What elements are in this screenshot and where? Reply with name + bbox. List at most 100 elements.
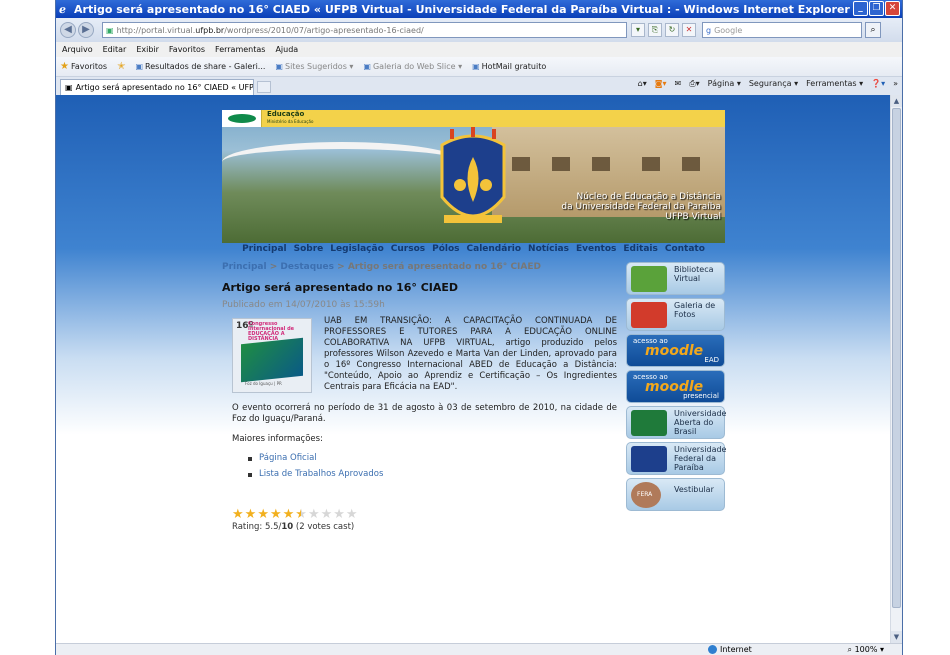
mail-icon[interactable]: ✉ (675, 79, 682, 89)
stop-icon[interactable]: ✕ (682, 23, 696, 37)
star-icon[interactable]: ★ (295, 508, 307, 521)
star-icon[interactable]: ★ (270, 508, 282, 521)
compat-view-icon[interactable]: ⎘ (648, 23, 662, 37)
close-button[interactable]: ✕ (885, 1, 900, 16)
info-link[interactable]: Lista de Trabalhos Aprovados (248, 469, 617, 480)
star-icon[interactable]: ★ (346, 508, 358, 521)
scroll-thumb[interactable] (892, 108, 901, 608)
sidebar-item-label: EAD (704, 356, 719, 364)
sidebar-item-label: Galeria de Fotos (674, 301, 716, 319)
chevron-more-icon[interactable]: » (893, 79, 898, 89)
command-menu[interactable]: Segurança ▾ (749, 79, 798, 89)
nav-item[interactable]: Notícias (528, 244, 569, 260)
sidebar-item-4[interactable]: acesso ao moodle presencial (626, 370, 725, 403)
nav-item[interactable]: Legislação (330, 244, 383, 260)
nav-item[interactable]: Cursos (391, 244, 425, 260)
zoom-level[interactable]: ⌕ 100% ▾ (848, 645, 884, 655)
info-link[interactable]: Página Oficial (248, 453, 617, 464)
menu-item[interactable]: Exibir (136, 45, 159, 54)
page-icon: ▣ (363, 62, 371, 71)
page-icon: ▣ (275, 62, 283, 71)
page-icon: ▣ (135, 62, 144, 71)
scroll-down-icon[interactable]: ▼ (891, 631, 902, 643)
article-paragraph-2: O evento ocorrerá no período de 31 de ag… (232, 403, 617, 424)
command-menu[interactable]: Ferramentas ▾ (806, 79, 863, 89)
page-title: Artigo será apresentado no 16° CIAED (222, 281, 459, 294)
rating-widget: ★ ★ ★ ★ ★ ★ ★ ★ ★ ★ Rating: 5.5/10 (2 votes cast) (232, 508, 617, 533)
favorite-link[interactable]: ▣ Resultados de share - Galeri... (135, 62, 265, 71)
rss-icon[interactable]: ◙▾ (655, 79, 667, 89)
sidebar-item-7[interactable]: FERA Vestibular (626, 478, 725, 511)
menu-item[interactable]: Arquivo (62, 45, 93, 54)
badge: FERA (637, 491, 653, 498)
search-input[interactable]: g Google (702, 22, 862, 38)
search-icon[interactable]: ⌕ (865, 22, 881, 38)
breadcrumb-home[interactable]: Principal (222, 262, 267, 272)
sidebar-item-1[interactable]: Biblioteca Virtual (626, 262, 725, 295)
ministry-strip: Educação Ministério da Educação (222, 110, 725, 127)
address-toolbar: ◀ ▶ ▣ http://portal.virtual. ufpb.br/word… (56, 18, 902, 42)
menu-bar: Arquivo Editar Exibir Favoritos Ferramentas A… (56, 42, 902, 57)
tab-bar: ▣ Artigo será apresentado no 16° CIAED «… (56, 77, 902, 95)
menu-item[interactable]: Ferramentas (215, 45, 265, 54)
sidebar-item-5[interactable]: Universidade Aberta do Brasil (626, 406, 726, 439)
print-icon[interactable]: ⎙▾ (689, 79, 699, 89)
article-column: Principal > Destaques > Artigo será apre… (222, 262, 617, 533)
link-label[interactable]: Lista de Trabalhos Aprovados (259, 469, 383, 480)
dropdown-icon[interactable]: ▾ (631, 23, 645, 37)
help-icon[interactable]: ❓▾ (871, 79, 885, 89)
star-icon[interactable]: ★ (308, 508, 320, 521)
command-bar: ⌂▾ ◙▾ ✉ ⎙▾ Página ▾ Segurança ▾ Ferramenta… (638, 79, 898, 89)
main-nav: Principal Sobre Legislação Cursos Pólos Calen… (222, 244, 725, 260)
page-viewport: Educação Ministério da Educação Núcleo d… (56, 95, 892, 643)
favorite-link[interactable]: ▣ Galeria do Web Slice ▾ (363, 62, 462, 71)
home-icon[interactable]: ⌂▾ (638, 79, 647, 89)
refresh-icon[interactable]: ↻ (665, 23, 679, 37)
nav-item[interactable]: Principal (242, 244, 287, 260)
star-icon[interactable]: ★ (232, 508, 244, 521)
vertical-scrollbar[interactable]: ▲ ▼ (890, 95, 902, 643)
nav-item[interactable]: Contato (665, 244, 705, 260)
address-input[interactable]: ▣ http://portal.virtual. ufpb.br/wordpres… (102, 22, 627, 38)
menu-item[interactable]: Editar (103, 45, 127, 54)
add-favorite-icon[interactable]: ✭ (117, 61, 125, 72)
rating-stars: ★ ★ ★ ★ ★ ★ ★ ★ ★ ★ (232, 508, 617, 521)
favorites-bar: ★ Favoritos ✭ ▣ Resultados de share - Gale… (56, 57, 902, 77)
menu-item[interactable]: Ajuda (275, 45, 298, 54)
favorite-link[interactable]: ▣ HotMail gratuito (472, 62, 546, 71)
nav-item[interactable]: Sobre (294, 244, 324, 260)
forward-button[interactable]: ▶ (78, 22, 94, 38)
tab-active[interactable]: ▣ Artigo será apresentado no 16° CIAED «… (60, 79, 254, 95)
sidebar-item-6[interactable]: Universidade Federal da Paraíba (626, 442, 727, 475)
sidebar-item-2[interactable]: Galeria de Fotos (626, 298, 725, 331)
bullet-icon (248, 472, 252, 477)
web-page: Educação Ministério da Educação Núcleo d… (222, 110, 727, 643)
breadcrumb-section[interactable]: Destaques (280, 262, 334, 272)
sidebar-item-label: Biblioteca Virtual (674, 265, 714, 283)
sidebar-item-label: presencial (683, 392, 719, 400)
new-tab-button[interactable] (257, 81, 271, 93)
link-label[interactable]: Página Oficial (259, 453, 317, 464)
star-icon[interactable]: ★ (321, 508, 333, 521)
nav-item[interactable]: Eventos (576, 244, 616, 260)
star-icon[interactable]: ★ (257, 508, 269, 521)
favorites-button[interactable]: ★ Favoritos (60, 61, 107, 72)
nav-item[interactable]: Calendário (467, 244, 522, 260)
command-menu[interactable]: Página ▾ (708, 79, 741, 89)
sidebar-item-label: Universidade Federal da Paraíba (674, 445, 727, 472)
banner-caption: Núcleo de Educação a Distância da Univer… (561, 192, 721, 222)
minimize-button[interactable]: _ (853, 1, 868, 16)
info-links: Página Oficial Lista de Trabalhos Aprovad… (248, 453, 617, 480)
star-icon[interactable]: ★ (245, 508, 257, 521)
favorite-link[interactable]: ▣ Sites Sugeridos ▾ (275, 62, 353, 71)
star-icon[interactable]: ★ (283, 508, 295, 521)
menu-item[interactable]: Favoritos (169, 45, 205, 54)
star-icon[interactable]: ★ (333, 508, 345, 521)
sidebar-item-3[interactable]: acesso ao moodle EAD (626, 334, 725, 367)
nav-item[interactable]: Editais (623, 244, 658, 260)
nav-item[interactable]: Pólos (432, 244, 459, 260)
star-icon: ★ (60, 61, 69, 72)
scroll-up-icon[interactable]: ▲ (891, 95, 902, 107)
back-button[interactable]: ◀ (60, 22, 76, 38)
maximize-button[interactable]: ❐ (869, 1, 884, 16)
